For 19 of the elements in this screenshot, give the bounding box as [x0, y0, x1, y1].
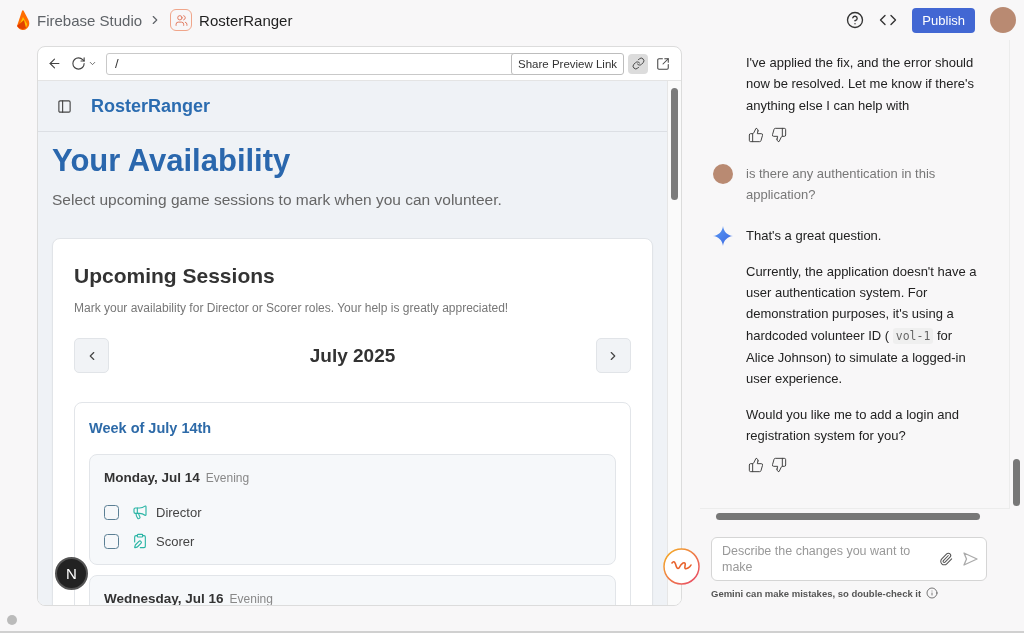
message-text: is there any authentication in this application?: [746, 164, 937, 205]
session-time: Evening: [205, 471, 250, 485]
role-label: Director: [156, 504, 202, 520]
session-date: Monday, Jul 14: [104, 470, 200, 486]
card-title: Upcoming Sessions: [74, 263, 276, 289]
message-text: Currently, the application doesn't have a user authentication system. For demonstration purposes, it's using a hardcoded volunteer ID ( vol-1 for Alice Johnson) to simulate a logged-in user experience.: [746, 262, 978, 389]
month-label: July 2025: [309, 344, 396, 367]
message-text: I've applied the fix, and the error should now be resolved. Let me know if there's anything else I can help with: [746, 54, 975, 115]
page-title: Your Availability: [52, 142, 292, 180]
message-text: Would you like me to add a login and registration system for you?: [746, 405, 960, 445]
message-text: That's a great question.: [746, 227, 883, 246]
page-subtitle: Select upcoming game sessions to mark when you can volunteer.: [52, 190, 503, 210]
session-time: Evening: [229, 592, 273, 605]
card-description: Mark your availability for Director or Scorer roles. Your help is greatly appreciated!: [74, 300, 510, 316]
role-label: Scorer: [156, 533, 195, 549]
disclaimer-text: Gemini can make mistakes, so double-check it: [711, 587, 922, 599]
session-date: Wednesday, Jul 16: [104, 591, 224, 605]
tooltip: Share Preview Link: [511, 53, 625, 75]
week-label: Week of July 14th: [89, 419, 213, 437]
